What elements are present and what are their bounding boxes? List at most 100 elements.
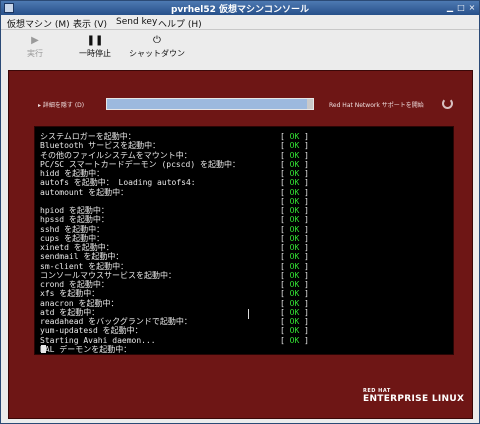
status-bracket-open: [ <box>280 224 285 234</box>
maximize-icon[interactable]: □ <box>456 3 466 13</box>
status-bracket-close: ] <box>304 215 309 225</box>
boot-screen: ▸ 詳細を隠す (D) Red Hat Network サポートを開始 システム… <box>8 70 473 419</box>
status-bracket-close: ] <box>304 141 309 151</box>
status-bracket-close: ] <box>304 169 309 178</box>
status-bracket-close: ] <box>304 317 309 326</box>
status-bracket-close: ] <box>304 187 309 197</box>
toolbar: ▶ 実行 ❚❚ 一時停止 ⏻ シャットダウン <box>1 31 479 67</box>
status-ok: OK <box>289 159 300 169</box>
status-bracket-open: [ <box>280 215 285 225</box>
pause-label: 一時停止 <box>79 49 111 58</box>
status-ok: OK <box>289 326 300 336</box>
status-ok: OK <box>289 252 300 262</box>
boot-progress-fill <box>107 99 307 109</box>
status-ok: OK <box>289 196 300 206</box>
status-bracket-close: ] <box>304 150 309 160</box>
menu-help[interactable]: ヘルプ (H) <box>158 17 202 30</box>
boot-status-message: Red Hat Network サポートを開始 <box>329 102 424 109</box>
status-bracket-open: [ <box>280 335 285 345</box>
status-bracket-close: ] <box>304 326 309 336</box>
status-bracket-open: [ <box>280 196 285 206</box>
status-ok: OK <box>289 150 300 160</box>
power-icon: ⏻ <box>153 35 161 46</box>
window-title: pvrhel52 仮想マシンコンソール <box>170 5 309 15</box>
status-ok: OK <box>289 243 300 252</box>
status-bracket-open: [ <box>280 169 285 178</box>
status-ok: OK <box>289 224 300 234</box>
shutdown-label: シャットダウン <box>129 49 185 58</box>
status-ok: OK <box>289 317 300 326</box>
text-cursor-icon <box>248 309 252 319</box>
redhat-logo: RED HAT ENTERPRISE LINUX <box>363 388 464 404</box>
pause-button[interactable]: ❚❚ 一時停止 <box>75 34 115 59</box>
status-bracket-close: ] <box>304 178 309 188</box>
status-bracket-open: [ <box>280 289 285 299</box>
minimize-icon[interactable]: ▁ <box>445 3 455 13</box>
status-bracket-close: ] <box>304 224 309 234</box>
status-ok: OK <box>289 215 300 225</box>
status-bracket-open: [ <box>280 280 285 289</box>
status-ok: OK <box>289 270 300 280</box>
status-ok: OK <box>289 280 300 289</box>
status-bracket-open: [ <box>280 252 285 262</box>
status-ok: OK <box>289 233 300 243</box>
status-ok: OK <box>289 261 300 271</box>
status-bracket-open: [ <box>280 243 285 252</box>
hide-details-toggle[interactable]: ▸ 詳細を隠す (D) <box>38 100 84 109</box>
pause-icon: ❚❚ <box>86 35 104 46</box>
status-bracket-close: ] <box>304 261 309 271</box>
status-bracket-open: [ <box>280 159 285 169</box>
status-bracket-close: ] <box>304 243 309 252</box>
status-ok: OK <box>289 132 300 141</box>
status-ok: OK <box>289 187 300 197</box>
menu-send-key[interactable]: Send key <box>116 17 157 27</box>
status-bracket-close: ] <box>304 307 309 317</box>
status-bracket-close: ] <box>304 252 309 262</box>
status-ok: OK <box>289 206 300 215</box>
status-bracket-open: [ <box>280 150 285 160</box>
console-output[interactable]: システムロガーを起動中：[ OK ] Bluetooth サービスを起動中：[ O… <box>34 126 454 355</box>
console-line: HAL デーモンを起動中： <box>40 344 450 355</box>
menubar: 仮想マシン (M) 表示 (V) Send key ヘルプ (H) <box>1 15 479 30</box>
logo-line2: ENTERPRISE LINUX <box>363 394 465 404</box>
status-ok: OK <box>289 178 300 188</box>
status-bracket-close: ] <box>304 132 309 141</box>
hide-details-label: 詳細を隠す (D) <box>42 102 85 109</box>
status-bracket-open: [ <box>280 206 285 215</box>
status-bracket-close: ] <box>304 159 309 169</box>
status-bracket-close: ] <box>304 335 309 345</box>
status-ok: OK <box>289 169 300 178</box>
menu-virtual-machine[interactable]: 仮想マシン (M) <box>7 17 70 30</box>
status-bracket-close: ] <box>304 298 309 308</box>
status-bracket-close: ] <box>304 206 309 215</box>
play-icon: ▶ <box>31 35 39 46</box>
status-bracket-open: [ <box>280 141 285 151</box>
shutdown-button[interactable]: ⏻ シャットダウン <box>127 34 187 59</box>
status-bracket-open: [ <box>280 178 285 188</box>
spinner-icon <box>442 98 453 109</box>
status-bracket-open: [ <box>280 298 285 308</box>
console-line-text: HAL デーモンを起動中： <box>40 344 132 354</box>
status-bracket-close: ] <box>304 196 309 206</box>
status-bracket-open: [ <box>280 261 285 271</box>
run-button[interactable]: ▶ 実行 <box>23 34 47 59</box>
close-icon[interactable]: × <box>467 3 477 13</box>
run-label: 実行 <box>27 49 43 58</box>
status-bracket-open: [ <box>280 307 285 317</box>
status-bracket-close: ] <box>304 270 309 280</box>
titlebar[interactable]: pvrhel52 仮想マシンコンソール ▁ □ × <box>1 1 479 15</box>
status-bracket-open: [ <box>280 233 285 243</box>
status-bracket-open: [ <box>280 317 285 326</box>
boot-progress-bar <box>106 98 314 110</box>
status-bracket-open: [ <box>280 187 285 197</box>
status-bracket-open: [ <box>280 326 285 336</box>
status-bracket-open: [ <box>280 270 285 280</box>
status-ok: OK <box>289 289 300 299</box>
status-ok: OK <box>289 298 300 308</box>
status-ok: OK <box>289 307 300 317</box>
status-ok: OK <box>289 335 300 345</box>
menu-view[interactable]: 表示 (V) <box>73 17 107 30</box>
status-bracket-open: [ <box>280 132 285 141</box>
status-bracket-close: ] <box>304 289 309 299</box>
status-bracket-close: ] <box>304 280 309 289</box>
